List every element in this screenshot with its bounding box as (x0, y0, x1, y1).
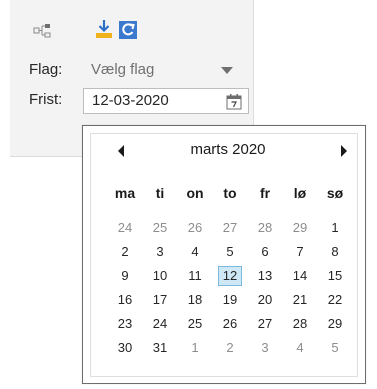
calendar-day[interactable]: 1 (183, 338, 207, 358)
calendar-day[interactable]: 19 (218, 290, 242, 310)
calendar-day[interactable]: 11 (183, 266, 207, 286)
weekday: on (186, 185, 204, 201)
calendar-day[interactable]: 27 (218, 218, 242, 238)
weekday: lø (293, 185, 307, 201)
date-picker-popup: marts 2020 ma ti on to fr lø sø 24 25 26 27… (82, 125, 366, 384)
flag-dropdown[interactable]: Vælg flag (91, 61, 154, 78)
calendar-day[interactable]: 29 (323, 314, 347, 334)
month-title[interactable]: marts 2020 (91, 141, 357, 158)
due-date-value: 12-03-2020 (92, 92, 169, 109)
calendar-day[interactable]: 17 (148, 290, 172, 310)
weekday: sø (326, 185, 344, 201)
toolbar (10, 19, 253, 47)
calendar-day[interactable]: 25 (183, 314, 207, 334)
calendar-day[interactable]: 27 (253, 314, 277, 334)
calendar-day[interactable]: 31 (148, 338, 172, 358)
calendar-day[interactable]: 5 (218, 242, 242, 262)
selected-day[interactable]: 12 (218, 266, 242, 286)
calendar-day[interactable]: 3 (148, 242, 172, 262)
calendar-day[interactable]: 22 (323, 290, 347, 310)
download-icon[interactable] (94, 19, 114, 39)
weekday: fr (259, 185, 271, 201)
chevron-down-icon[interactable] (221, 67, 233, 74)
calendar-day[interactable]: 23 (113, 314, 137, 334)
calendar-day[interactable]: 25 (148, 218, 172, 238)
calendar-day[interactable]: 5 (323, 338, 347, 358)
calendar-day[interactable]: 24 (113, 218, 137, 238)
calendar-day[interactable]: 28 (288, 314, 312, 334)
calendar-day[interactable]: 14 (288, 266, 312, 286)
stage: Flag: Vælg flag Frist: 12-03-2020 marts … (0, 0, 377, 389)
calendar-day[interactable]: 16 (113, 290, 137, 310)
calendar-day[interactable]: 26 (183, 218, 207, 238)
calendar-icon[interactable] (226, 93, 242, 114)
refresh-icon[interactable] (118, 20, 138, 40)
calendar-day[interactable]: 3 (253, 338, 277, 358)
calendar-day[interactable]: 2 (113, 242, 137, 262)
calendar-day[interactable]: 13 (253, 266, 277, 286)
calendar-day[interactable]: 30 (113, 338, 137, 358)
calendar-day[interactable]: 15 (323, 266, 347, 286)
calendar-day[interactable]: 7 (288, 242, 312, 262)
calendar-day[interactable]: 9 (113, 266, 137, 286)
calendar-day[interactable]: 10 (148, 266, 172, 286)
calendar-day[interactable]: 4 (183, 242, 207, 262)
rules-icon[interactable] (33, 23, 55, 41)
calendar-day[interactable]: 24 (148, 314, 172, 334)
due-label: Frist: (29, 91, 63, 108)
calendar-day[interactable]: 29 (288, 218, 312, 238)
calendar-day[interactable]: 4 (288, 338, 312, 358)
calendar-day[interactable]: 2 (218, 338, 242, 358)
calendar-day[interactable]: 28 (253, 218, 277, 238)
calendar-day[interactable]: 6 (253, 242, 277, 262)
calendar-day[interactable]: 18 (183, 290, 207, 310)
calendar-day[interactable]: 26 (218, 314, 242, 334)
calendar-day[interactable]: 20 (253, 290, 277, 310)
flag-row: Flag: Vælg flag (10, 58, 253, 84)
calendar-day[interactable]: 1 (323, 218, 347, 238)
calendar: marts 2020 ma ti on to fr lø sø 24 25 26 27… (90, 133, 358, 377)
next-month-icon[interactable] (341, 145, 347, 157)
calendar-day[interactable]: 8 (323, 242, 347, 262)
weekday: ma (114, 185, 136, 201)
weekday: ti (155, 185, 165, 201)
calendar-day[interactable]: 21 (288, 290, 312, 310)
due-row: Frist: 12-03-2020 (10, 88, 253, 114)
weekday: to (223, 185, 237, 201)
due-date-input[interactable]: 12-03-2020 (83, 88, 249, 114)
flag-label: Flag: (29, 61, 63, 78)
